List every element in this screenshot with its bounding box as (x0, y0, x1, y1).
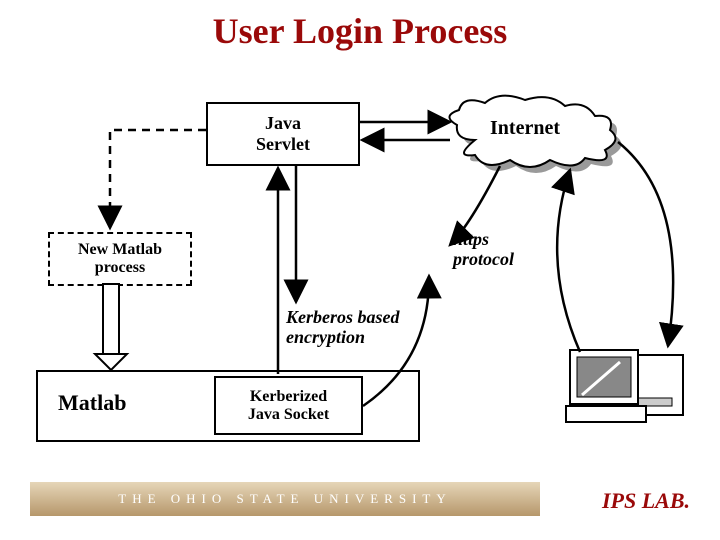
connectors (0, 0, 720, 540)
footer-lab-label: IPS LAB. (602, 488, 690, 514)
footer-university-bar: THE OHIO STATE UNIVERSITY (30, 482, 540, 516)
footer-university-text: THE OHIO STATE UNIVERSITY (118, 491, 451, 507)
